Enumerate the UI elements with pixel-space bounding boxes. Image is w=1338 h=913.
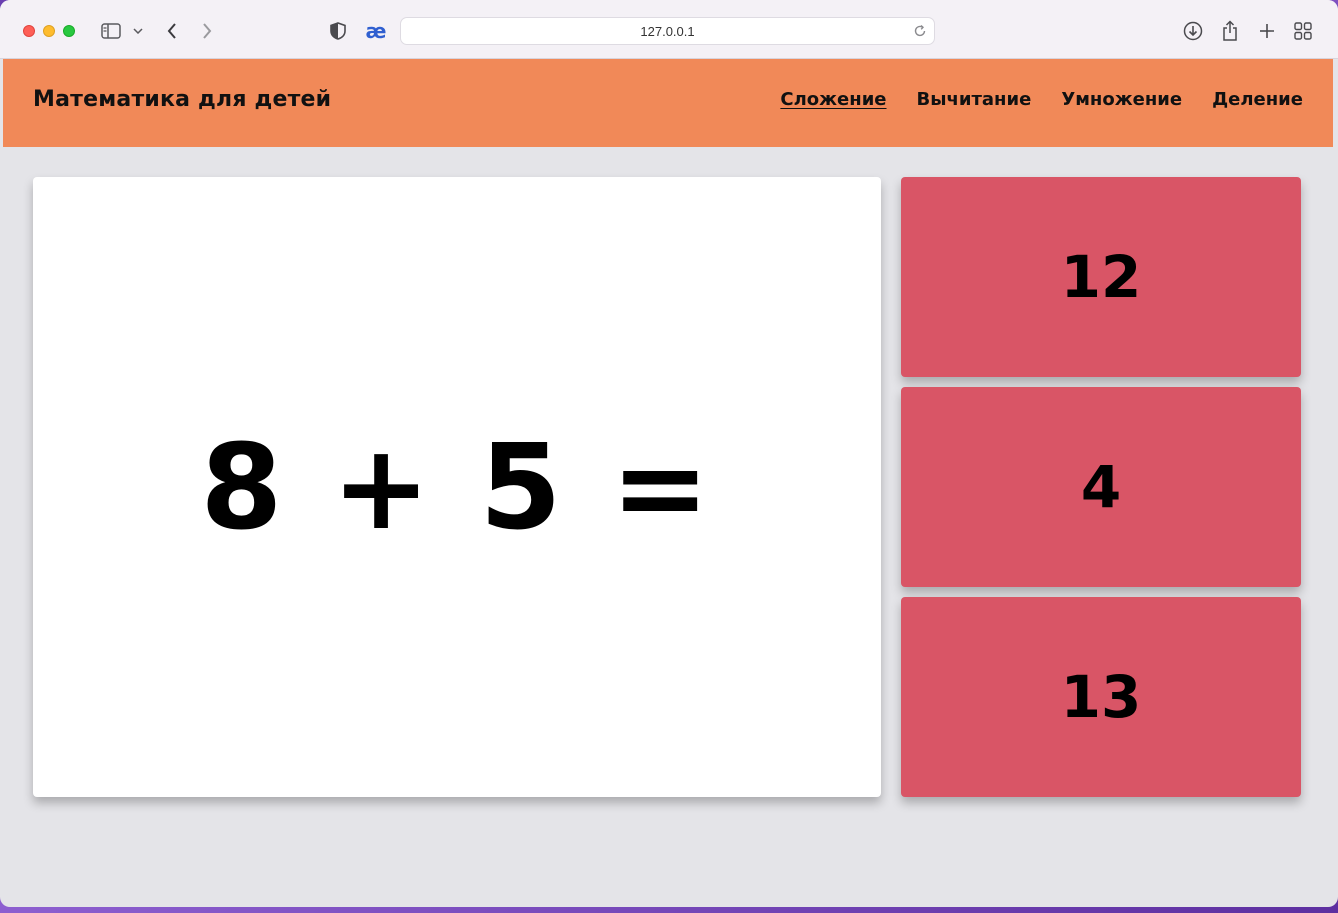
- ae-extension-icon[interactable]: æ: [365, 19, 387, 43]
- minimize-window-button[interactable]: [43, 25, 55, 37]
- main-nav: Сложение Вычитание Умножение Деление: [780, 89, 1303, 110]
- back-icon[interactable]: [163, 19, 181, 43]
- site-header: Математика для детей Сложение Вычитание …: [3, 59, 1333, 147]
- nav-link-addition[interactable]: Сложение: [780, 89, 886, 110]
- question-text: 8 + 5 =: [200, 418, 714, 556]
- new-tab-icon[interactable]: [1257, 19, 1277, 43]
- browser-toolbar: æ 127.0.0.1: [0, 0, 1338, 59]
- share-icon[interactable]: [1220, 19, 1240, 43]
- browser-window: æ 127.0.0.1 Математика для детей Сложени…: [0, 0, 1338, 907]
- answer-button-2[interactable]: 4: [901, 387, 1301, 587]
- answer-button-3[interactable]: 13: [901, 597, 1301, 797]
- question-card: 8 + 5 =: [33, 177, 881, 797]
- nav-link-subtraction[interactable]: Вычитание: [917, 89, 1032, 110]
- chevron-down-icon[interactable]: [132, 19, 144, 43]
- address-bar[interactable]: 127.0.0.1: [400, 17, 935, 45]
- answer-label: 12: [1060, 243, 1142, 311]
- reload-icon[interactable]: [913, 24, 927, 41]
- zoom-window-button[interactable]: [63, 25, 75, 37]
- site-title: Математика для детей: [33, 87, 332, 112]
- url-text: 127.0.0.1: [640, 23, 695, 39]
- nav-link-division[interactable]: Деление: [1212, 89, 1303, 110]
- answer-button-1[interactable]: 12: [901, 177, 1301, 377]
- forward-icon[interactable]: [198, 19, 216, 43]
- close-window-button[interactable]: [23, 25, 35, 37]
- nav-link-multiplication[interactable]: Умножение: [1061, 89, 1182, 110]
- answer-label: 13: [1060, 663, 1142, 731]
- tab-overview-icon[interactable]: [1293, 19, 1313, 43]
- shield-icon[interactable]: [329, 19, 347, 43]
- download-icon[interactable]: [1182, 19, 1204, 43]
- answer-label: 4: [1080, 453, 1122, 521]
- sidebar-icon[interactable]: [100, 19, 122, 43]
